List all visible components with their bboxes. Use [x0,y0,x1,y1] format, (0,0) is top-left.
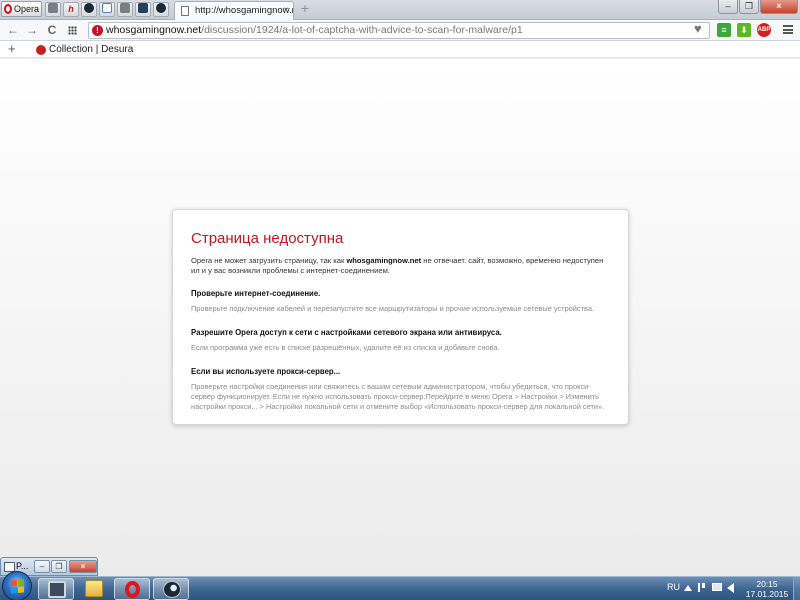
steam-icon [156,3,166,13]
navigation-bar: ← → C ! whosgamingnow.net/discussion/192… [0,20,800,41]
adblock-extension-icon[interactable]: ABP [757,23,771,37]
error-lead: Opera не может загрузить страницу, так к… [191,256,610,276]
pinned-tab-steam-2[interactable] [153,2,169,17]
page-document-icon [181,6,189,16]
windows-logo-icon [11,579,24,594]
opera-logo-icon [4,4,12,14]
bookmark-item[interactable]: Collection | Desura [36,42,133,57]
window-controls: – ❐ × [718,0,798,18]
download-extension-icon[interactable]: ⬇ [737,23,751,37]
preview-title: P... [4,561,28,572]
address-bar[interactable]: ! whosgamingnow.net/discussion/1924/a-lo… [88,22,710,39]
window-icon [102,3,112,13]
new-tab-button[interactable]: + [298,1,312,16]
error-lead-host: whosgamingnow.net [346,256,422,265]
opera-menu-button[interactable]: Opera [1,1,42,17]
close-window-button[interactable]: × [760,0,798,14]
volume-icon[interactable] [727,583,734,593]
minimize-button[interactable]: – [718,0,738,14]
bookmark-heart-icon[interactable]: ♥ [694,22,708,36]
forward-button[interactable]: → [25,23,39,37]
system-clock[interactable]: 20:15 17.01.2015 [742,579,792,599]
h-site-icon: h [68,4,74,14]
speed-dial-grid-icon[interactable] [68,26,77,35]
clock-date: 17.01.2015 [745,589,789,599]
add-bookmark-button[interactable]: + [8,42,16,56]
taskbar-app-computer[interactable] [38,578,74,600]
pinned-tab-steam-1[interactable] [81,2,97,17]
section-check-connection-text: Проверьте подключение кабелей и перезапу… [191,304,595,313]
error-title: Страница недоступна [191,230,344,247]
section-check-connection-heading: Проверьте интернет-соединение. [191,289,321,298]
back-button[interactable]: ← [6,23,20,37]
preview-restore-button[interactable]: ❐ [51,560,67,573]
browser-menu-icon[interactable] [783,25,793,34]
url-path: /discussion/1924/a-lot-of-captcha-with-a… [201,24,523,36]
error-card: Страница недоступна Opera не может загру… [172,209,629,425]
start-button[interactable] [2,571,32,600]
bookmarks-bar: + Collection | Desura [0,41,800,58]
pinned-tab-window[interactable] [99,2,115,17]
speed-dial-extension-icon[interactable]: ≡ [717,23,731,37]
tab-strip: Opera h http://whosgamingnow.ne × + – ❐ … [0,0,800,21]
opera-icon [125,581,140,598]
restore-button[interactable]: ❐ [739,0,759,14]
taskbar-app-steam[interactable] [153,578,189,600]
section-proxy-heading: Если вы используете прокси-сервер... [191,367,341,376]
action-center-flag-icon[interactable] [698,583,705,592]
bookmark-label: Collection | Desura [49,44,134,55]
steam-icon [163,581,181,598]
section-firewall-text: Если программа уже есть в списке разрешё… [191,343,500,352]
url-host: whosgamingnow.net [106,24,202,36]
pinned-tab-h[interactable]: h [63,2,79,17]
site-unavailable-alert-icon[interactable]: ! [92,25,103,36]
pinned-tab-dark[interactable] [135,2,151,17]
error-lead-start: Opera не может загрузить страницу, так к… [191,256,347,265]
pinned-tab-stack-2[interactable] [117,2,133,17]
preview-minimize-button[interactable]: – [34,560,50,573]
monitor-icon [48,581,66,598]
section-firewall-heading: Разрешите Opera доступ к сети с настройк… [191,328,502,337]
dark-site-icon [138,3,148,13]
pinned-tab-stack[interactable] [45,2,61,17]
desura-favicon-icon [36,45,46,55]
language-indicator[interactable]: RU [667,582,680,592]
preview-close-button[interactable]: × [69,560,97,573]
section-proxy-text: Проверьте настройки соединения или свяжи… [191,382,605,411]
tab-active[interactable]: http://whosgamingnow.ne × [174,1,294,21]
opera-menu-label: Opera [14,4,40,14]
stack-icon [48,3,58,13]
show-hidden-icons-icon[interactable] [684,585,692,591]
show-desktop-button[interactable] [793,577,800,600]
stack-icon [120,3,130,13]
page-content: Страница недоступна Opera не может загру… [0,59,800,576]
taskbar: RU 20:15 17.01.2015 [0,571,800,600]
folder-icon [85,580,103,597]
reload-button[interactable]: C [45,23,59,37]
clock-time: 20:15 [756,579,778,589]
tab-title: http://whosgamingnow.ne [195,5,294,16]
taskbar-app-opera[interactable] [114,578,150,600]
tab-close-icon[interactable]: × [283,2,289,19]
steam-icon [84,3,94,13]
taskbar-app-explorer[interactable] [76,578,112,600]
network-icon[interactable] [712,583,722,591]
